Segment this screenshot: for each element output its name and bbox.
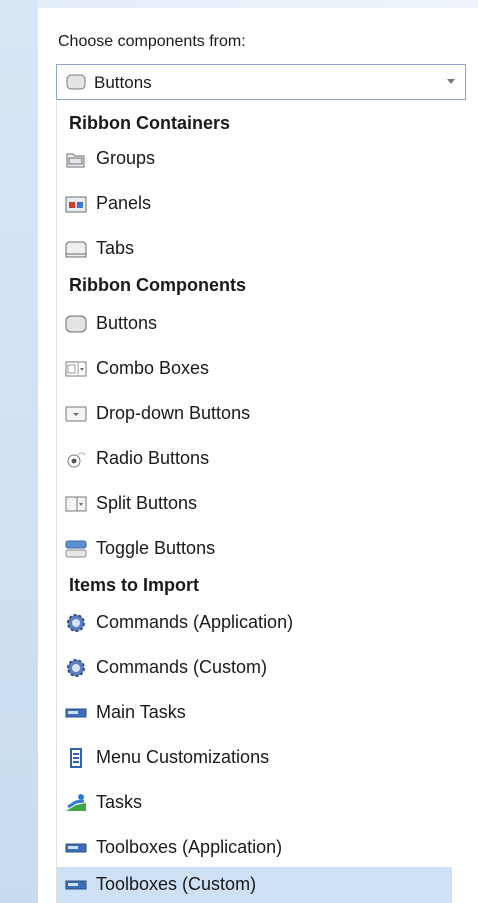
header-items-to-import: Items to Import — [69, 575, 200, 595]
dropdown-button-icon — [65, 404, 87, 424]
gear-icon — [65, 613, 87, 633]
list-item-radio-buttons[interactable]: Radio Buttons — [57, 437, 453, 482]
button-icon — [65, 314, 87, 334]
toolbox-icon — [65, 875, 87, 895]
chevron-down-icon[interactable] — [447, 79, 455, 84]
left-background — [0, 0, 38, 903]
list-item-tabs[interactable]: Tabs — [57, 227, 453, 272]
panel-icon — [65, 194, 87, 214]
components-list[interactable]: Ribbon Containers Groups Panels Tabs Rib… — [56, 101, 454, 903]
combo-selected-value: Buttons — [94, 73, 152, 92]
list-item-tasks[interactable]: Tasks — [57, 781, 453, 826]
list-item-commands-custom[interactable]: Commands (Custom) — [57, 646, 453, 691]
list-item-label: Toolboxes (Application) — [96, 837, 283, 857]
list-item-label: Toggle Buttons — [96, 538, 216, 558]
list-item-combo-boxes[interactable]: Combo Boxes — [57, 347, 453, 392]
choose-components-label: Choose components from: — [58, 33, 246, 50]
list-item-label: Tabs — [96, 238, 135, 258]
list-item-groups[interactable]: Groups — [57, 137, 453, 182]
list-item-toggle-buttons[interactable]: Toggle Buttons — [57, 527, 453, 572]
list-scrollbar-area — [452, 101, 470, 903]
top-background — [38, 0, 478, 8]
button-icon — [66, 74, 86, 95]
menu-icon — [65, 748, 87, 768]
radio-button-icon — [65, 449, 87, 469]
list-item-label: Split Buttons — [96, 493, 198, 513]
list-item-label: Combo Boxes — [96, 358, 210, 378]
list-item-label: Main Tasks — [96, 702, 186, 722]
list-item-label: Tasks — [96, 792, 143, 812]
group-icon — [65, 149, 87, 169]
list-item-toolboxes-application[interactable]: Toolboxes (Application) — [57, 826, 453, 871]
list-item-label: Buttons — [96, 313, 158, 333]
list-item-dropdown-buttons[interactable]: Drop-down Buttons — [57, 392, 453, 437]
list-item-label: Commands (Application) — [96, 612, 294, 632]
split-button-icon — [65, 494, 87, 514]
tasks-icon — [65, 793, 87, 813]
header-ribbon-components: Ribbon Components — [69, 275, 246, 295]
list-item-label: Drop-down Buttons — [96, 403, 251, 423]
list-item-label: Groups — [96, 148, 156, 168]
list-item-label: Toolboxes (Custom) — [96, 874, 257, 894]
list-item-commands-application[interactable]: Commands (Application) — [57, 601, 453, 646]
header-ribbon-containers: Ribbon Containers — [69, 113, 230, 133]
list-item-toolboxes-custom[interactable]: Toolboxes (Custom) — [57, 867, 453, 903]
combo-box-icon — [65, 359, 87, 379]
tab-icon — [65, 239, 87, 259]
task-bar-icon — [65, 703, 87, 723]
list-item-label: Panels — [96, 193, 152, 213]
list-item-main-tasks[interactable]: Main Tasks — [57, 691, 453, 736]
list-item-panels[interactable]: Panels — [57, 182, 453, 227]
list-item-split-buttons[interactable]: Split Buttons — [57, 482, 453, 527]
list-item-buttons[interactable]: Buttons — [57, 302, 453, 347]
list-item-label: Commands (Custom) — [96, 657, 268, 677]
toggle-button-icon — [65, 539, 87, 559]
list-item-label: Menu Customizations — [96, 747, 270, 767]
gear-icon — [65, 658, 87, 678]
list-item-label: Radio Buttons — [96, 448, 210, 468]
list-item-menu-customizations[interactable]: Menu Customizations — [57, 736, 453, 781]
components-source-combobox[interactable]: Buttons — [56, 64, 466, 100]
toolbox-icon — [65, 838, 87, 858]
